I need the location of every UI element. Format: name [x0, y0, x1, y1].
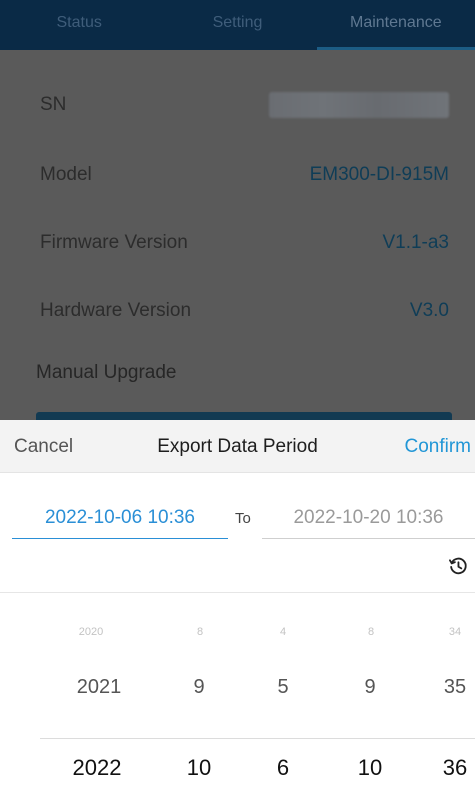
- picker-hour[interactable]: 8: [368, 626, 374, 638]
- sheet-header: Cancel Export Data Period Confirm: [0, 420, 475, 473]
- picker-month-selected[interactable]: 10: [187, 755, 211, 781]
- start-date-field[interactable]: 2022-10-06 10:36: [12, 497, 228, 539]
- tab-setting[interactable]: Setting: [158, 0, 316, 50]
- picker-selection-line: [40, 738, 475, 739]
- hardware-value: V3.0: [409, 300, 449, 321]
- hardware-label: Hardware Version: [40, 300, 192, 321]
- to-label: To: [235, 510, 251, 527]
- manual-upgrade-label: Manual Upgrade: [36, 362, 177, 383]
- picker-year[interactable]: 2021: [77, 676, 122, 699]
- picker-minute[interactable]: 34: [449, 626, 461, 638]
- picker-day-selected[interactable]: 6: [277, 755, 289, 781]
- tab-status[interactable]: Status: [0, 0, 158, 50]
- firmware-value: V1.1-a3: [382, 232, 449, 253]
- picker-year-selected[interactable]: 2022: [73, 755, 122, 781]
- sn-row: SN: [0, 70, 475, 140]
- history-icon[interactable]: [447, 555, 469, 577]
- hardware-row: Hardware Version V3.0: [0, 276, 475, 346]
- model-value: EM300-DI-915M: [309, 164, 449, 185]
- sn-value-blurred: [269, 92, 449, 118]
- picker-day[interactable]: 4: [280, 626, 286, 638]
- picker-hour[interactable]: 9: [364, 676, 375, 699]
- tab-maintenance[interactable]: Maintenance: [316, 0, 475, 50]
- picker-month[interactable]: 9: [193, 676, 204, 699]
- model-row: Model EM300-DI-915M: [0, 140, 475, 210]
- picker-hour-selected[interactable]: 10: [358, 755, 382, 781]
- divider: [0, 592, 475, 593]
- firmware-row: Firmware Version V1.1-a3: [0, 208, 475, 278]
- picker-minute[interactable]: 35: [444, 676, 466, 699]
- confirm-button[interactable]: Confirm: [404, 436, 471, 458]
- sn-label: SN: [40, 94, 67, 115]
- picker-month[interactable]: 8: [197, 626, 203, 638]
- model-label: Model: [40, 164, 92, 185]
- firmware-label: Firmware Version: [40, 232, 188, 253]
- end-date-field[interactable]: 2022-10-20 10:36: [262, 497, 475, 539]
- picker-year[interactable]: 2020: [79, 626, 103, 638]
- picker-minute-selected[interactable]: 36: [443, 755, 467, 781]
- picker-day[interactable]: 5: [277, 676, 288, 699]
- tab-bar: Status Setting Maintenance: [0, 0, 475, 50]
